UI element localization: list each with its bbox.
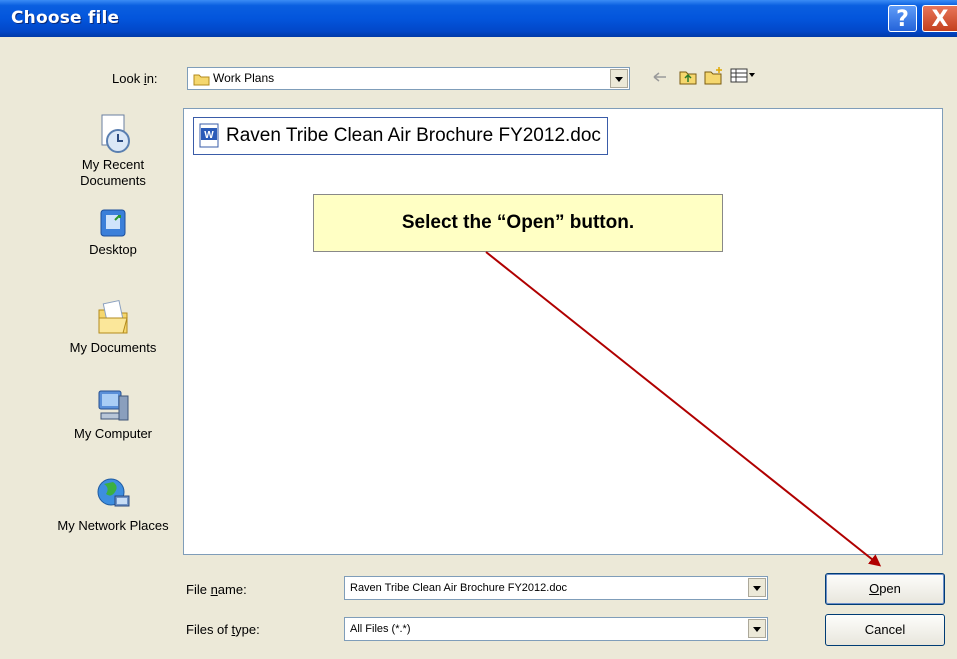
file-name-dropdown-arrow[interactable] [748, 578, 766, 597]
file-type-label: Files of type: [186, 622, 260, 637]
callout-arrow [485, 251, 882, 567]
file-type-value: All Files (*.*) [350, 623, 411, 635]
open-button[interactable]: Open [825, 573, 945, 605]
cancel-button[interactable]: Cancel [825, 614, 945, 646]
choose-file-dialog: Choose file ? X Look in: Work Plans My R… [0, 0, 957, 659]
file-type-dropdown-arrow[interactable] [748, 619, 766, 638]
file-name-value: Raven Tribe Clean Air Brochure FY2012.do… [350, 582, 568, 594]
file-name-input[interactable]: Raven Tribe Clean Air Brochure FY2012.do… [344, 576, 768, 600]
file-name-label: File name: [186, 582, 247, 597]
file-type-dropdown[interactable]: All Files (*.*) [344, 617, 768, 641]
